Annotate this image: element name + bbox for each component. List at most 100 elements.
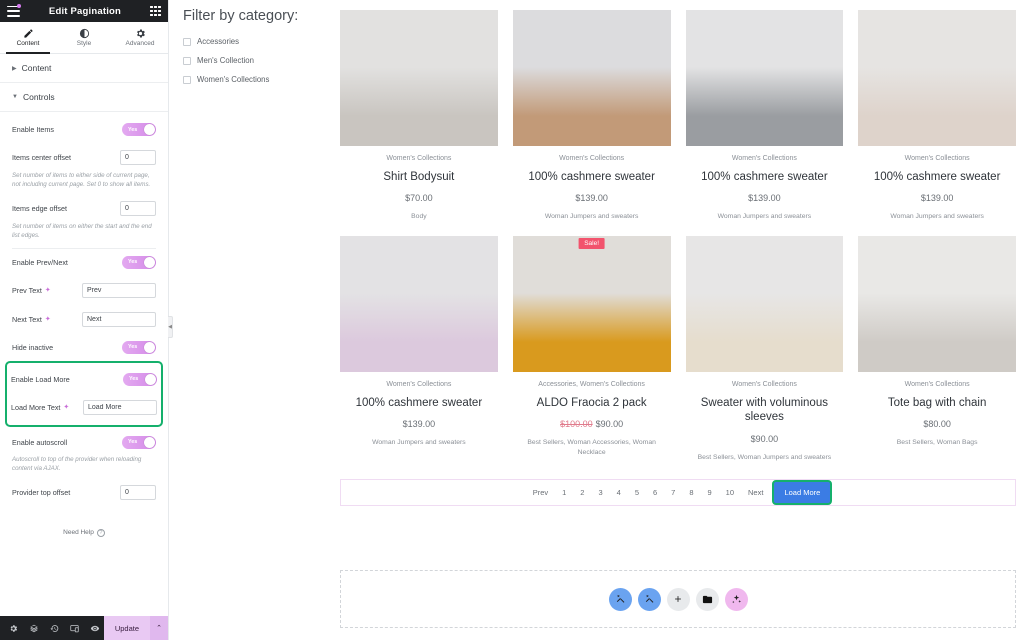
autoscroll-hint: Autoscroll to top of the provider when r… [12,455,142,472]
filter-panel: Filter by category: Accessories Men's Co… [169,0,332,640]
pagination-page-10[interactable]: 10 [719,488,741,497]
pagination-page-1[interactable]: 1 [555,488,573,497]
checkbox-icon[interactable] [183,37,191,46]
sale-badge: Sale! [578,237,606,249]
product-thumbnail[interactable]: Sale! [512,235,671,372]
checkbox-icon[interactable] [183,56,191,65]
product-image [858,10,1016,146]
prev-text-input[interactable] [82,282,156,298]
product-thumbnail[interactable] [340,10,498,146]
product-thumbnail[interactable] [858,10,1016,146]
product-card[interactable]: Women's Collections 100% cashmere sweate… [512,10,671,222]
magic-wand-icon[interactable] [608,587,632,611]
filter-option-mens-collection[interactable]: Men's Collection [183,56,318,65]
layers-icon[interactable] [29,624,39,633]
checkbox-icon[interactable] [183,75,191,84]
folder-icon[interactable] [695,587,719,611]
pagination-page-9[interactable]: 9 [701,488,719,497]
pagination-page-8[interactable]: 8 [682,488,700,497]
gear-icon [136,29,145,38]
need-help-link[interactable]: Need Help ? [12,507,156,537]
pagination-page-3[interactable]: 3 [591,488,609,497]
filter-option-accessories[interactable]: Accessories [183,37,318,46]
filter-option-womens-collections[interactable]: Women's Collections [183,75,318,84]
grid-icon[interactable] [150,5,161,17]
product-name: 100% cashmere sweater [701,171,828,184]
load-more-button[interactable]: Load More [774,482,831,504]
product-card[interactable]: Women's Collections 100% cashmere sweate… [858,10,1016,222]
product-tags: Woman Jumpers and sweaters [544,213,639,221]
product-card[interactable]: Women's Collections Tote bag with chain … [858,235,1016,462]
pagination-page-6[interactable]: 6 [646,488,664,497]
section-content-header[interactable]: ▶ Content [0,54,168,82]
enable-prev-next-toggle[interactable]: Yes [122,255,156,269]
responsive-icon[interactable] [70,624,79,633]
next-text-label: Next Text ✦ [12,315,51,324]
product-thumbnail[interactable] [685,10,844,146]
sparkle-icon[interactable] [724,587,748,611]
panel-resize-handle[interactable]: ◀ [168,316,173,338]
hamburger-icon[interactable] [7,3,21,17]
product-category: Women's Collections [731,380,797,388]
pagination-prev[interactable]: Prev [526,488,555,497]
product-price: $139.00 [748,193,781,204]
control-enable-autoscroll: Enable autoscroll Yes [12,429,156,456]
product-card[interactable]: Women's Collections Shirt Bodysuit $70.0… [340,10,498,222]
pagination-page-4[interactable]: 4 [610,488,628,497]
load-more-text-input[interactable] [83,399,157,415]
product-thumbnail[interactable] [340,235,498,372]
history-icon[interactable] [50,624,59,633]
section-controls-header[interactable]: ▼ Controls [0,83,168,111]
panel-header: Edit Pagination [0,0,168,22]
dynamic-tags-icon[interactable]: ✦ [63,403,69,411]
product-tags: Woman Jumpers and sweaters [717,213,812,221]
tab-content[interactable]: Content [0,22,56,54]
pagination-next[interactable]: Next [741,488,770,497]
magic-wand-icon[interactable] [637,587,661,611]
product-tags: Best Sellers, Woman Bags [896,439,978,447]
add-element-buttons [608,587,748,611]
enable-load-more-label: Enable Load More [11,374,70,384]
drop-zone[interactable] [340,570,1016,628]
plus-icon[interactable] [666,587,690,611]
product-card[interactable]: Women's Collections Sweater with volumin… [685,235,844,462]
tab-advanced[interactable]: Advanced [112,22,168,53]
product-price: $139.00 [402,419,436,430]
product-price: $70.00 [405,193,433,204]
control-enable-items: Enable Items Yes [12,116,156,143]
enable-autoscroll-toggle[interactable]: Yes [122,435,156,449]
items-center-offset-hint: Set number of items to either side of cu… [12,172,151,188]
product-image [685,10,844,146]
product-price: $90.00 [750,433,779,444]
product-thumbnail[interactable] [512,10,671,146]
update-button[interactable]: Update [103,616,150,640]
product-thumbnail[interactable] [685,235,844,372]
pagination-page-7[interactable]: 7 [664,488,682,497]
product-card[interactable]: Women's Collections 100% cashmere sweate… [340,235,498,462]
prev-text-label: Prev Text ✦ [12,286,51,295]
product-category: Women's Collections [904,155,970,162]
dynamic-tags-icon[interactable]: ✦ [45,286,51,294]
pagination-page-5[interactable]: 5 [628,488,646,497]
items-center-offset-input[interactable] [120,150,156,165]
preview-icon[interactable] [90,624,100,633]
update-options-caret-icon[interactable]: ⌃ [150,616,168,640]
pagination-page-2[interactable]: 2 [573,488,591,497]
product-card[interactable]: Women's Collections 100% cashmere sweate… [685,10,844,222]
gear-icon[interactable] [9,624,18,633]
items-edge-offset-input[interactable] [120,200,156,216]
provider-top-offset-input[interactable] [120,484,156,500]
tab-style[interactable]: Style [56,22,112,53]
provider-top-offset-label: Provider top offset [12,487,71,497]
product-category: Women's Collections [386,380,452,388]
product-image [340,10,498,146]
product-thumbnail[interactable] [858,235,1016,372]
enable-load-more-toggle[interactable]: Yes [123,372,157,386]
controls-body: Enable Items Yes Items center offset Set… [0,112,168,547]
next-text-input[interactable] [82,311,156,327]
panel-title: Edit Pagination [48,5,122,17]
hide-inactive-toggle[interactable]: Yes [122,340,156,354]
enable-items-toggle[interactable]: Yes [122,123,156,136]
product-card[interactable]: Sale! Accessories, Women's Collections A… [512,235,671,462]
dynamic-tags-icon[interactable]: ✦ [45,315,51,323]
